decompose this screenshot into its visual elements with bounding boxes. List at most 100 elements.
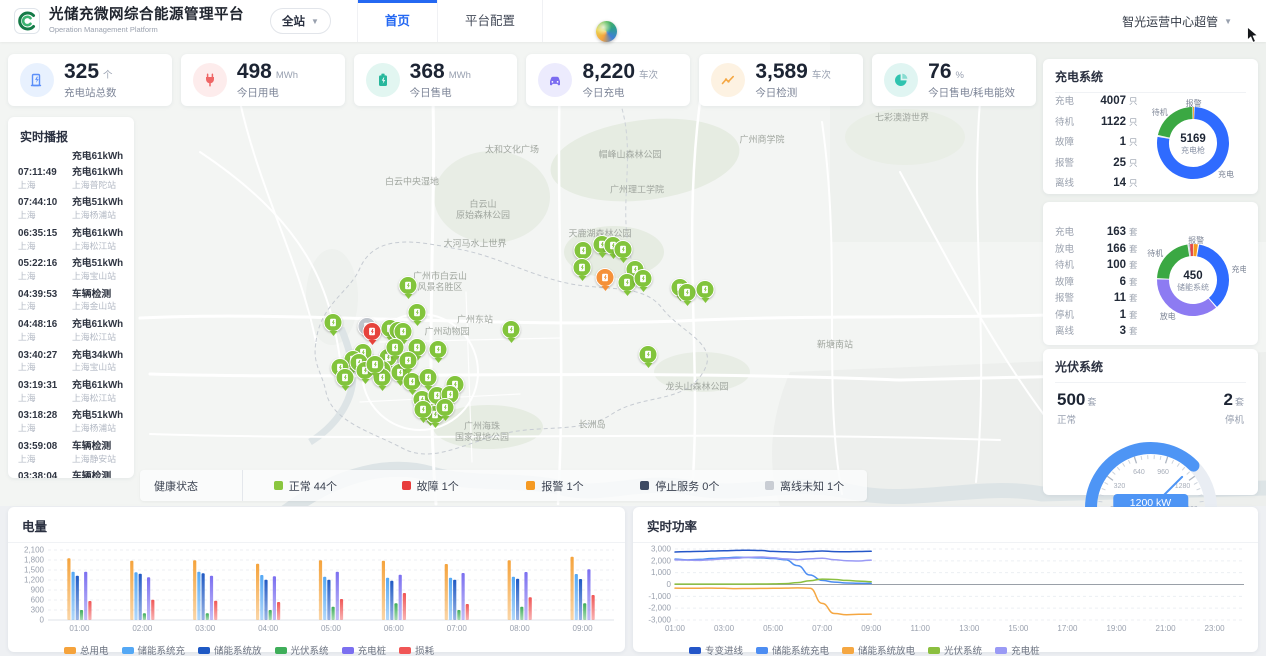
- svg-text:-2,000: -2,000: [648, 604, 671, 613]
- power-chart-legend: 专变进线储能系统充电储能系统放电光伏系统 充电桩: [633, 641, 1258, 656]
- map-marker-normal[interactable]: [502, 320, 521, 347]
- broadcast-station: 上海宝山站: [72, 272, 123, 282]
- broadcast-event: 充电51kWh: [72, 258, 123, 270]
- broadcast-region: 上海: [18, 424, 66, 434]
- broadcast-list: 充电61kWh07:11:49上海充电61kWh上海普陀站07:44:10上海充…: [8, 151, 134, 478]
- stat-label: 故障: [1055, 134, 1085, 148]
- broadcast-time: 03:40:27: [18, 350, 66, 362]
- health-item-故障[interactable]: 故障 1个: [368, 478, 493, 494]
- svg-text:640: 640: [1133, 469, 1145, 476]
- stat-unit: 套: [1129, 259, 1141, 271]
- map-health-legend: 健康状态 正常 44个故障 1个报警 1个停止服务 0个离线未知 1个: [140, 470, 867, 501]
- legend-swatch-icon: [842, 647, 854, 654]
- map-marker-normal[interactable]: [419, 368, 438, 395]
- svg-text:充电: 充电: [1218, 169, 1234, 179]
- tab-home[interactable]: 首页: [357, 0, 437, 42]
- map-marker-normal[interactable]: [573, 258, 592, 285]
- kpi-card-6: 76%今日售电/耗电能效: [872, 54, 1036, 106]
- stat-value: 6: [1085, 276, 1126, 288]
- svg-text:13:00: 13:00: [959, 624, 980, 633]
- broadcast-region: 上海: [18, 302, 66, 312]
- map-marker-normal[interactable]: [436, 398, 455, 425]
- svg-text:05:00: 05:00: [763, 624, 784, 633]
- map-marker-fault[interactable]: [363, 322, 382, 349]
- stat-value: 100: [1085, 259, 1126, 271]
- map-marker-normal[interactable]: [639, 345, 658, 372]
- health-legend-items: 正常 44个故障 1个报警 1个停止服务 0个离线未知 1个: [243, 478, 867, 494]
- legend-label: 充电桩: [1011, 643, 1040, 656]
- health-item-报警[interactable]: 报警 1个: [493, 478, 618, 494]
- stat-value: 11: [1085, 292, 1126, 304]
- chart-legend-item[interactable]: 储能系统充电: [756, 643, 829, 656]
- map-marker-normal[interactable]: [696, 280, 715, 307]
- map-marker-normal[interactable]: [408, 303, 427, 330]
- stat-label: 充电: [1055, 93, 1085, 107]
- kpi-value: 368: [410, 61, 445, 82]
- svg-text:5169: 5169: [1180, 133, 1206, 145]
- chart-legend-item[interactable]: 储能系统放电: [842, 643, 915, 656]
- map-marker-normal[interactable]: [399, 276, 418, 303]
- broadcast-title: 实时播报: [8, 117, 134, 151]
- broadcast-station: 上海杨浦站: [72, 211, 123, 221]
- svg-text:23:00: 23:00: [1205, 624, 1226, 633]
- chart-legend-item[interactable]: 储能系统充: [122, 643, 186, 656]
- kpi-card-3: 368MWh今日售电: [354, 54, 518, 106]
- map-marker-normal[interactable]: [429, 340, 448, 367]
- map-marker-normal[interactable]: [366, 355, 385, 382]
- app-title-block: 光储充微网综合能源管理平台 Operation Management Platf…: [49, 8, 244, 34]
- user-menu[interactable]: 智光运营中心超管 ▼: [1122, 13, 1232, 30]
- svg-text:05:00: 05:00: [321, 624, 342, 633]
- chart-legend-item[interactable]: 充电桩: [995, 643, 1040, 656]
- map-marker-normal[interactable]: [324, 313, 343, 340]
- legend-swatch-icon: [64, 647, 76, 654]
- plug-icon: [193, 63, 227, 97]
- health-item-正常[interactable]: 正常 44个: [243, 478, 368, 494]
- health-item-离线未知[interactable]: 离线未知 1个: [742, 478, 867, 494]
- map-marker-normal[interactable]: [634, 269, 653, 296]
- chart-legend-item[interactable]: 总用电: [64, 643, 109, 656]
- broadcast-item: 06:35:15上海充电61kWh上海松江站: [18, 224, 124, 254]
- pv-numbers: 500套 正常 2套 停机: [1055, 383, 1246, 426]
- kpi-unit: %: [956, 70, 964, 81]
- pv-stopped-value: 2: [1224, 390, 1233, 409]
- svg-text:21:00: 21:00: [1156, 624, 1177, 633]
- chart-legend-item[interactable]: 充电桩: [342, 643, 387, 656]
- health-dot-icon: [402, 481, 411, 490]
- stat-row: 离线14只: [1055, 175, 1141, 196]
- map-marker-normal[interactable]: [399, 351, 418, 378]
- broadcast-time: 05:22:16: [18, 258, 66, 270]
- chart-legend-item[interactable]: 光伏系统: [275, 643, 329, 656]
- chart-legend-item[interactable]: 专变进线: [689, 643, 743, 656]
- pie-icon: [884, 63, 918, 97]
- app-switcher-icon[interactable]: [596, 21, 617, 42]
- svg-text:09:00: 09:00: [573, 624, 594, 633]
- stat-unit: 只: [1129, 177, 1141, 189]
- svg-text:08:00: 08:00: [510, 624, 531, 633]
- tab-config[interactable]: 平台配置: [437, 0, 543, 42]
- chart-legend-item[interactable]: 光伏系统: [928, 643, 982, 656]
- legend-label: 专变进线: [705, 643, 743, 656]
- kpi-card-1: 325个充电站总数: [8, 54, 172, 106]
- svg-text:1,000: 1,000: [651, 568, 672, 577]
- chart-legend-item[interactable]: 储能系统放: [198, 643, 262, 656]
- broadcast-event: 充电61kWh: [72, 228, 123, 240]
- pv-system-panel: 光伏系统 500套 正常 2套 停机 032064096012801600 12…: [1043, 349, 1258, 495]
- stat-row: 充电4007只: [1055, 93, 1141, 114]
- health-item-停止服务[interactable]: 停止服务 0个: [617, 478, 742, 494]
- map-marker-normal[interactable]: [336, 368, 355, 395]
- station-selector[interactable]: 全站 ▼: [270, 8, 331, 34]
- stat-label: 故障: [1055, 274, 1085, 288]
- map-marker-normal[interactable]: [414, 400, 433, 427]
- stat-row: 报警25只: [1055, 155, 1141, 176]
- map-marker-normal[interactable]: [678, 283, 697, 310]
- user-name: 智光运营中心超管: [1122, 13, 1218, 30]
- svg-text:0: 0: [667, 580, 672, 589]
- stat-unit: 套: [1129, 243, 1141, 255]
- legend-swatch-icon: [342, 647, 354, 654]
- svg-text:07:00: 07:00: [812, 624, 833, 633]
- stat-row: 待机100套: [1055, 257, 1141, 274]
- broadcast-item: 05:22:16上海充电51kWh上海宝山站: [18, 254, 124, 284]
- kpi-unit: MWh: [276, 70, 298, 81]
- chart-legend-item[interactable]: 损耗: [399, 643, 434, 656]
- map-marker-alarm[interactable]: [596, 268, 615, 295]
